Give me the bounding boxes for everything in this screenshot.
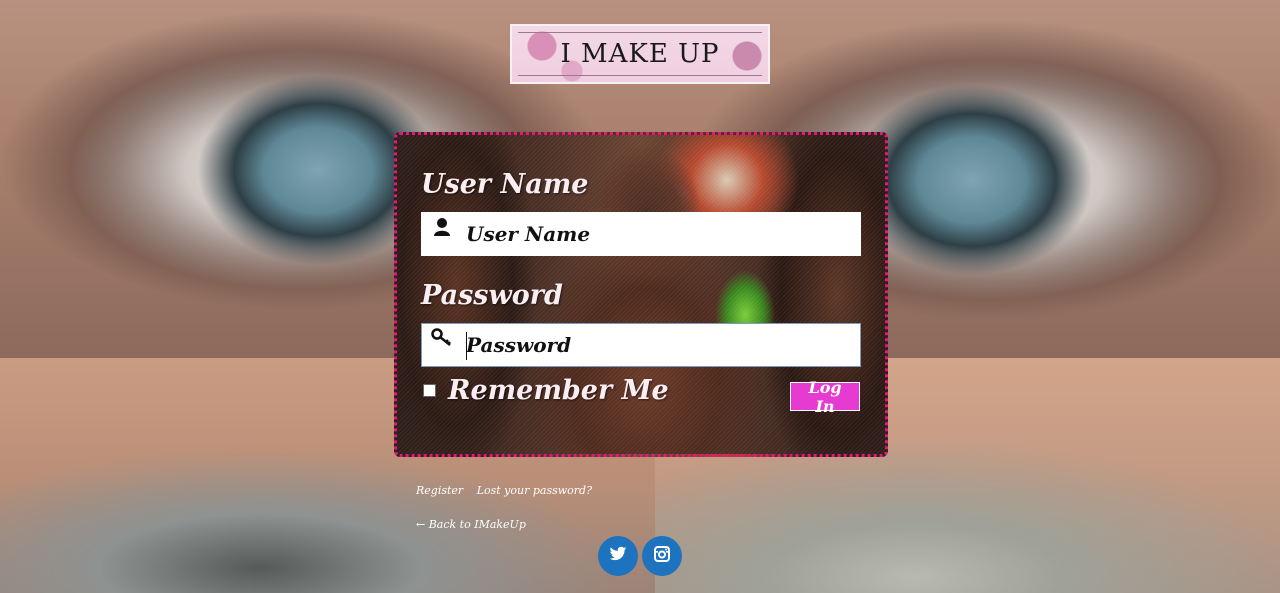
twitter-button[interactable] bbox=[598, 536, 638, 576]
site-logo[interactable]: I MAKE UP bbox=[510, 24, 770, 84]
register-link[interactable]: Register bbox=[416, 484, 463, 497]
remember-me-label: Remember Me bbox=[448, 375, 669, 406]
logo-text: I MAKE UP bbox=[560, 39, 720, 69]
username-label: User Name bbox=[421, 169, 589, 200]
remember-me-row: Remember Me bbox=[423, 375, 669, 406]
twitter-icon bbox=[609, 546, 627, 566]
password-input[interactable] bbox=[462, 324, 860, 366]
password-label: Password bbox=[421, 280, 563, 311]
username-input[interactable] bbox=[462, 213, 860, 255]
log-in-button[interactable]: Log In bbox=[790, 378, 860, 416]
user-icon bbox=[422, 213, 462, 255]
password-field bbox=[421, 323, 861, 367]
account-links: Register Lost your password? bbox=[416, 484, 602, 497]
instagram-button[interactable] bbox=[642, 536, 682, 576]
username-field bbox=[421, 212, 861, 256]
login-form: User Name Password Remember Me Log In bbox=[394, 132, 888, 457]
instagram-icon bbox=[654, 546, 670, 566]
remember-me-checkbox[interactable] bbox=[423, 384, 436, 397]
key-icon bbox=[422, 324, 462, 366]
text-cursor bbox=[466, 332, 467, 360]
lost-password-link[interactable]: Lost your password? bbox=[477, 484, 592, 497]
back-to-site-link[interactable]: ← Back to IMakeUp bbox=[416, 518, 526, 531]
